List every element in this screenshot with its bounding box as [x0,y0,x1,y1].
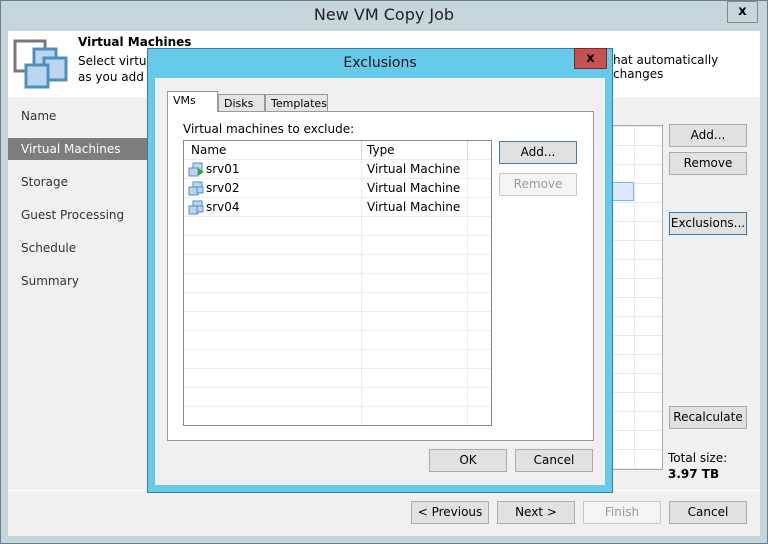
empty-cell [362,255,468,274]
empty-row [184,217,491,236]
vm-name: srv01 [184,160,362,179]
step-summary[interactable]: Summary [8,270,148,292]
dialog-add-button[interactable]: Add... [499,141,577,164]
table-row[interactable]: srv04 Virtual Machine [184,198,491,217]
desc-line1: Select virtual [78,54,158,68]
empty-row [184,350,491,369]
total-size-label: Total size: [668,451,728,465]
excluded-vms-list[interactable]: Name Type srv01 Virtual Machine srv02 Virtu… [183,140,492,426]
exclusions-button[interactable]: Exclusions... [669,212,747,235]
empty-cell [362,312,468,331]
vm-type: Virtual Machine [362,198,468,217]
finish-button: Finish [583,501,661,524]
empty-cell [362,369,468,388]
step-schedule[interactable]: Schedule [8,237,148,259]
list-header: Name Type [184,141,491,160]
empty-cell [184,217,362,236]
empty-row [184,388,491,407]
empty-cell [184,331,362,350]
window-title: New VM Copy Job [313,5,455,24]
empty-row [184,312,491,331]
next-button[interactable]: Next > [497,501,575,524]
empty-row [184,236,491,255]
virtual-machines-icon [13,39,68,89]
step-storage[interactable]: Storage [8,171,148,193]
empty-cell [184,388,362,407]
window-close-button[interactable]: x [727,1,758,23]
cancel-button[interactable]: Cancel [669,501,747,524]
step-guest-processing[interactable]: Guest Processing [8,204,148,226]
empty-row [184,255,491,274]
header-title: Virtual Machines [78,35,192,49]
empty-cell [362,331,468,350]
dialog-close-button[interactable]: x [574,48,607,69]
empty-cell [362,407,468,425]
add-button[interactable]: Add... [669,124,747,147]
ok-button[interactable]: OK [429,449,507,472]
column-header-name[interactable]: Name [184,141,362,160]
empty-cell [184,312,362,331]
empty-cell [362,293,468,312]
tab-vms[interactable]: VMs [167,91,218,112]
vm-type: Virtual Machine [362,160,468,179]
column-header-type[interactable]: Type [362,141,468,160]
empty-row [184,331,491,350]
vm-name: srv02 [184,179,362,198]
previous-button[interactable]: < Previous [411,501,489,524]
empty-cell [362,350,468,369]
empty-cell [184,407,362,425]
dialog-title: Exclusions [343,55,417,71]
vm-name: srv04 [184,198,362,217]
empty-cell [362,236,468,255]
tab-templates[interactable]: Templates [265,94,328,112]
empty-cell [362,217,468,236]
empty-cell [184,255,362,274]
empty-cell [184,369,362,388]
empty-row [184,293,491,312]
remove-button[interactable]: Remove [669,152,747,175]
empty-cell [184,350,362,369]
step-name[interactable]: Name [8,105,148,127]
dialog-cancel-button[interactable]: Cancel [515,449,593,472]
empty-row [184,407,491,425]
empty-cell [362,274,468,293]
empty-row [184,369,491,388]
step-virtual-machines[interactable]: Virtual Machines [8,138,148,160]
table-row[interactable]: srv02 Virtual Machine [184,179,491,198]
empty-cell [184,274,362,293]
vm-type: Virtual Machine [362,179,468,198]
recalculate-button[interactable]: Recalculate [669,406,747,429]
desc-line2: as you add n [78,70,156,84]
table-row[interactable]: srv01 Virtual Machine [184,160,491,179]
total-size-value: 3.97 TB [668,467,720,481]
empty-cell [362,388,468,407]
exclude-label: Virtual machines to exclude: [183,122,355,136]
dialog-remove-button: Remove [499,173,577,196]
empty-row [184,274,491,293]
empty-cell [184,293,362,312]
wizard-steps: Name Virtual Machines Storage Guest Proc… [8,97,148,497]
empty-cell [184,236,362,255]
tab-disks[interactable]: Disks [218,94,265,112]
header-description-right: hat automatically changes [613,53,719,81]
